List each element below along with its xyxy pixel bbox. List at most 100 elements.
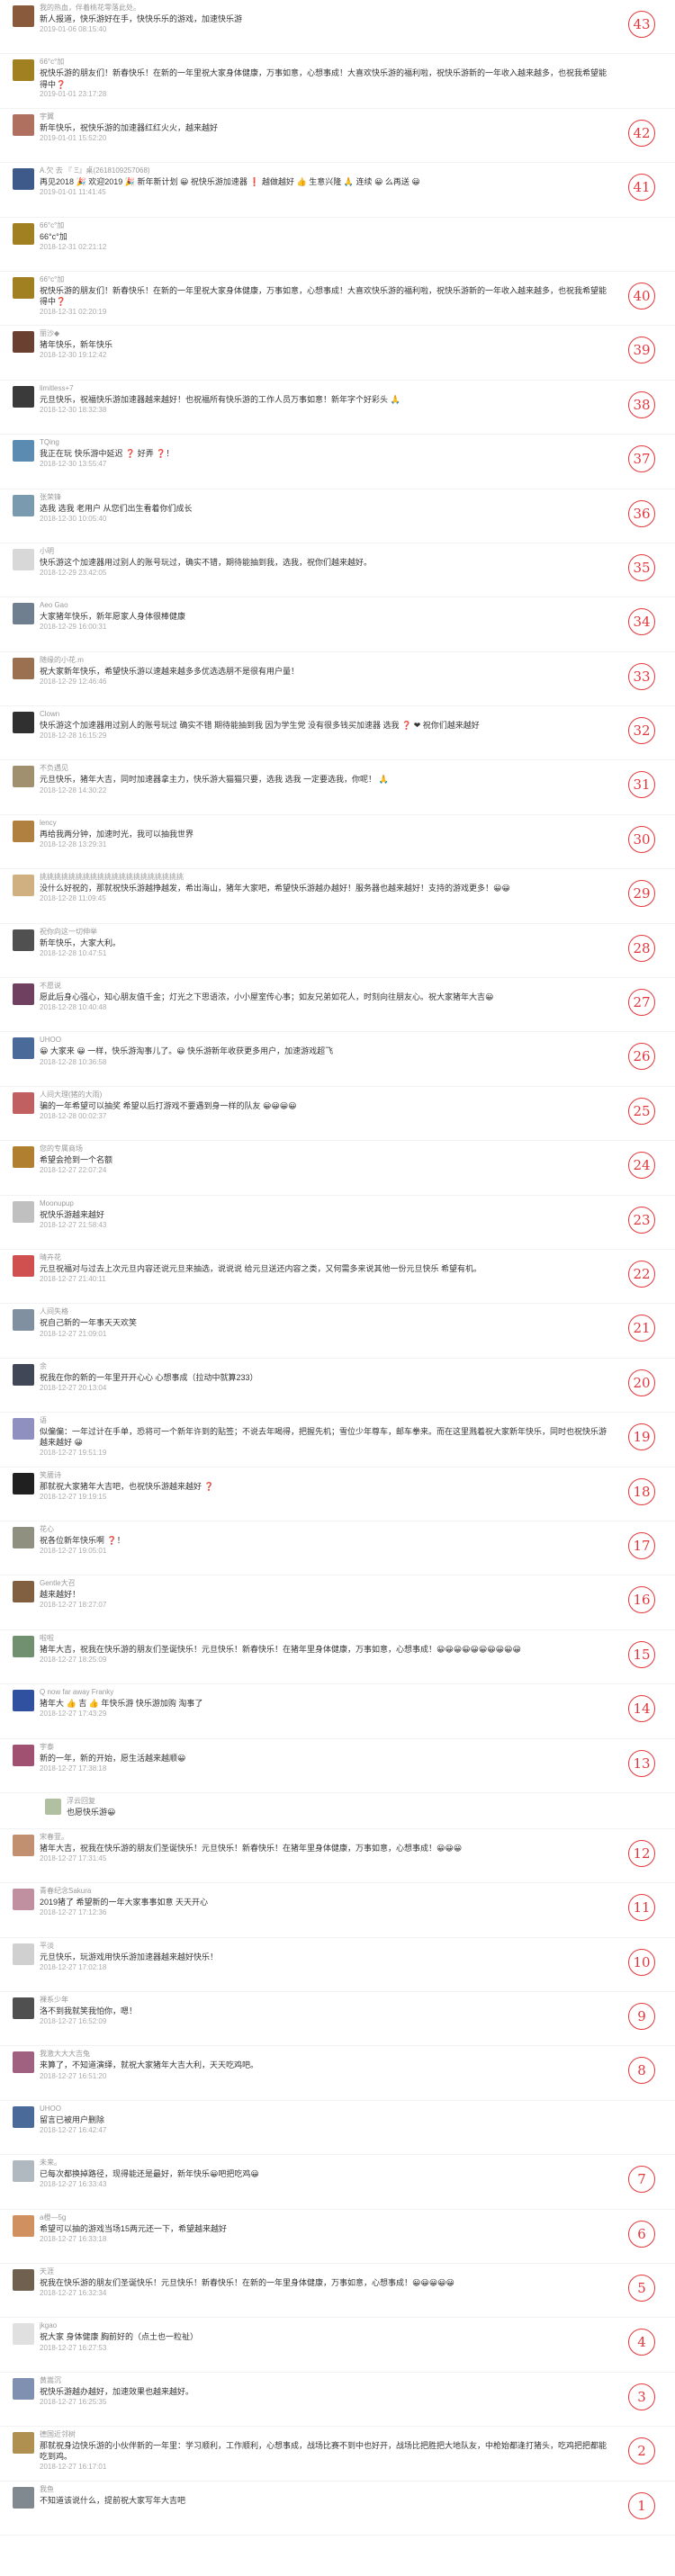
avatar[interactable] [45, 1798, 61, 1815]
avatar[interactable] [13, 1472, 34, 1494]
comment-username[interactable]: 挑挑挑挑挑挑挑挑挑挑挑挑挑挑挑挑挑挑挑挑 [40, 873, 612, 883]
comment-username[interactable]: 宇翼 [40, 112, 612, 122]
comment-username[interactable]: 天涯 [40, 2267, 612, 2277]
comment-username[interactable]: limitless+7 [40, 384, 612, 394]
avatar[interactable] [13, 1834, 34, 1856]
comment-username[interactable]: 祝你向这一切伸举 [40, 928, 612, 938]
avatar[interactable] [13, 276, 34, 299]
avatar[interactable] [13, 168, 34, 191]
avatar[interactable] [13, 1254, 34, 1277]
avatar[interactable] [13, 1744, 34, 1766]
avatar[interactable] [13, 2377, 34, 2400]
avatar[interactable] [13, 603, 34, 625]
comment-username[interactable]: 黄嵩沉 [40, 2376, 612, 2386]
avatar[interactable] [13, 385, 34, 408]
comment-username[interactable]: 花心 [40, 1525, 612, 1535]
avatar[interactable] [13, 1200, 34, 1223]
comment-username[interactable]: 随缘的小花.m [40, 656, 612, 666]
avatar[interactable] [13, 1091, 34, 1114]
avatar[interactable] [13, 2051, 34, 2074]
comment-username[interactable]: jkgao [40, 2321, 612, 2331]
comment-username[interactable]: 青春纪念Sakura [40, 1887, 612, 1897]
comment-username[interactable]: 不负遇见 [40, 764, 612, 774]
comment-username[interactable]: 裸系少年 [40, 1996, 612, 2006]
comment-username[interactable]: 宋春萱。 [40, 1833, 612, 1843]
avatar[interactable] [13, 1526, 34, 1548]
avatar[interactable] [13, 1037, 34, 1060]
comment-username[interactable]: Moonupup [40, 1199, 612, 1209]
avatar[interactable] [13, 875, 34, 897]
avatar[interactable] [13, 1997, 34, 2020]
avatar[interactable] [13, 2160, 34, 2183]
comment-username[interactable]: UHOO [40, 2105, 612, 2114]
avatar[interactable] [13, 1363, 34, 1386]
comment-username[interactable]: 啦啦 [40, 1634, 612, 1644]
comment-username[interactable]: 66°c°加 [40, 58, 612, 67]
comment-username[interactable]: 我激大大大吉兔 [40, 2050, 612, 2060]
comment-username[interactable]: 余 [40, 1362, 612, 1372]
comment-username[interactable]: 您的专属商场 [40, 1144, 612, 1154]
avatar[interactable] [13, 2432, 34, 2455]
comment-username[interactable]: 浮云回复 [67, 1797, 612, 1807]
comment-username[interactable]: A.欠 去 『 Ξ』桌(2618109257068) [40, 166, 612, 176]
avatar[interactable] [13, 983, 34, 1006]
comment-username[interactable]: 德国近邻树 [40, 2430, 612, 2440]
avatar[interactable] [13, 1146, 34, 1169]
avatar[interactable] [13, 2214, 34, 2237]
comment-username[interactable]: 我的热血，伴着桃花零落此处。 [40, 4, 612, 13]
avatar[interactable] [13, 1943, 34, 1965]
comment-username[interactable]: TQing [40, 438, 612, 448]
comment-username[interactable]: 不愿说 [40, 982, 612, 992]
comment-username[interactable]: 66°c°加 [40, 221, 612, 231]
avatar[interactable] [13, 766, 34, 788]
comment-username[interactable]: 未来。 [40, 2159, 612, 2168]
avatar[interactable] [13, 1418, 34, 1441]
floor-number-badge: 33 [628, 662, 655, 690]
avatar[interactable] [13, 1635, 34, 1657]
avatar[interactable] [13, 494, 34, 516]
avatar[interactable] [13, 1889, 34, 1911]
comment-text: 猪年大吉，祝我在快乐游的朋友们圣诞快乐！元旦快乐！新春快乐！在猪年里身体健康，万… [40, 1644, 521, 1654]
comment-time: 2018-12-27 19:51:19 [40, 1449, 107, 1458]
comment-username[interactable]: UHOO [40, 1036, 612, 1046]
comment-username[interactable]: 张荣锋 [40, 493, 612, 503]
avatar[interactable] [13, 2105, 34, 2128]
avatar[interactable] [13, 2269, 34, 2292]
comment-username[interactable]: Clown [40, 710, 612, 720]
avatar[interactable] [13, 929, 34, 951]
comment-username[interactable]: 人间失格 [40, 1307, 612, 1317]
comment-username[interactable]: Q now far away Franky [40, 1688, 612, 1698]
comment-username[interactable]: 语 [40, 1416, 612, 1426]
avatar[interactable] [13, 820, 34, 842]
comment-username[interactable]: 人间大理(猪的大雨) [40, 1091, 612, 1100]
avatar[interactable] [13, 712, 34, 734]
avatar[interactable] [13, 331, 34, 354]
avatar[interactable] [13, 657, 34, 679]
comment-username[interactable]: Gentle大召 [40, 1579, 612, 1589]
avatar[interactable] [13, 1581, 34, 1603]
avatar[interactable] [13, 1690, 34, 1712]
avatar[interactable] [13, 2486, 34, 2509]
comment-username[interactable]: lency [40, 819, 612, 829]
comment-time: 2018-12-28 16:15:29 [40, 732, 107, 740]
comment-username[interactable]: 66°c°加 [40, 275, 612, 285]
comment-username[interactable]: 宇泰 [40, 1743, 612, 1753]
comment-username[interactable]: 晴卉花 [40, 1253, 612, 1263]
comment-item: 您的专属商场 希望会抢到一个名额 2018-12-27 22:07:24 24 [0, 1141, 675, 1196]
avatar[interactable] [13, 5, 34, 27]
comment-username[interactable]: 笑靥诗 [40, 1471, 612, 1481]
comment-username[interactable]: 丽沙◆ [40, 329, 612, 339]
avatar[interactable] [13, 440, 34, 462]
avatar[interactable] [13, 113, 34, 136]
avatar[interactable] [13, 1309, 34, 1332]
comment-username[interactable]: 平淡 [40, 1942, 612, 1952]
avatar[interactable] [13, 2323, 34, 2346]
comment-text: 元旦快乐，玩游戏用快乐游加速器越来越好快乐！ [40, 1952, 219, 1961]
avatar[interactable] [13, 548, 34, 570]
avatar[interactable] [13, 59, 34, 82]
comment-username[interactable]: 我鱼 [40, 2485, 612, 2495]
comment-username[interactable]: Aeo Gao [40, 601, 612, 611]
comment-username[interactable]: a橙—5g [40, 2213, 612, 2223]
avatar[interactable] [13, 222, 34, 245]
comment-username[interactable]: 小明 [40, 547, 612, 557]
